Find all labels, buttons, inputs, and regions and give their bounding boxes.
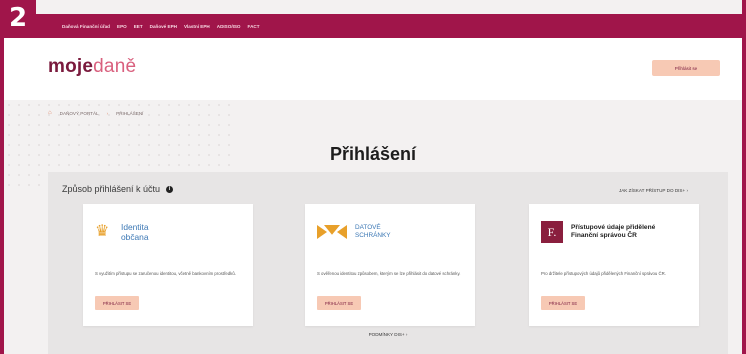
f-logo-icon: F. [541,221,563,243]
topbar-link-0[interactable]: Daňová Finanční úřad [62,24,110,29]
identita-line-1: Identita [121,222,149,232]
info-icon[interactable]: i [166,185,174,193]
moje-dane-logo[interactable]: mojedaně [48,56,136,78]
screenshot-frame: 2 Daňová Finanční úřad EPO EET Daňové EP… [0,0,746,354]
financni-sprava-logo: F. Přístupové údaje přidělené Finanční s… [541,214,661,250]
topbar-link-4[interactable]: Vlastní EPH [184,24,210,29]
topbar-link-5[interactable]: ADISO/ISO [217,24,241,29]
financni-sprava-title: Přístupové údaje přidělené Finanční sprá… [571,224,656,239]
topbar-link-1[interactable]: EPO [117,24,127,29]
dis-conditions-link[interactable]: PODMÍNKY DIS+ › [48,332,728,337]
card-description: S využitím přístupu se zaručenou identit… [95,271,236,276]
home-icon[interactable]: ⌂ [48,110,52,116]
topbar-link-2[interactable]: EET [134,24,143,29]
page-title: Přihlášení [329,144,417,164]
datove-schranky-logo: DATOVÉ SCHRÁNKY [317,214,391,250]
lion-icon: ♛ [95,223,110,240]
panel-title: Způsob přihlášení k účtu i [62,184,174,194]
login-card-identita: ♛ Identita občana S využitím přístupu se… [83,204,253,326]
frame-border-left [0,0,4,354]
header-login-button[interactable]: Přihlásit se [652,60,720,76]
breadcrumb: ⌂ DAŇOVÝ PORTÁL › PŘIHLÁŠENÍ [48,110,143,116]
card-description: Pro držitele přístupových údajů přidělen… [541,271,666,276]
top-navigation-bar: Daňová Finanční úřad EPO EET Daňové EPH … [0,14,746,38]
ds-line-2: SCHRÁNKY [355,232,391,239]
breadcrumb-item-portal[interactable]: DAŇOVÝ PORTÁL [60,111,99,116]
step-badge: 2 [0,0,36,36]
ds-line-1: DATOVÉ [355,224,381,231]
login-financni-sprava-button[interactable]: PŘIHLÁSIT SE [541,296,585,310]
login-datove-schranky-button[interactable]: PŘIHLÁSIT SE [317,296,361,310]
login-identita-button[interactable]: PŘIHLÁSIT SE [95,296,139,310]
panel-title-text: Způsob přihlášení k účtu [62,184,161,194]
identita-logo-text: Identita občana [121,222,148,242]
login-card-datove-schranky: DATOVÉ SCHRÁNKY S ověřenou identitou způ… [305,204,475,326]
logo-part-moje: moje [48,56,94,77]
topbar-link-6[interactable]: FACT [248,24,260,29]
breadcrumb-item-current: PŘIHLÁŠENÍ [116,110,144,116]
breadcrumb-separator-icon: › [106,110,109,116]
datove-schranky-icon [317,225,347,239]
datove-schranky-logo-text: DATOVÉ SCHRÁNKY [355,224,391,240]
howto-access-link[interactable]: JAK ZÍSKAT PŘÍSTUP DO DIS+ › [619,188,688,193]
topbar-link-3[interactable]: Daňové EPH [150,24,177,29]
identita-obcana-logo: ♛ Identita občana [95,214,148,250]
site-header: mojedaně Přihlásit se [4,38,742,100]
login-method-panel: Způsob přihlášení k účtu i JAK ZÍSKAT PŘ… [48,172,728,354]
login-card-financni-sprava: F. Přístupové údaje přidělené Finanční s… [529,204,699,326]
identita-line-2: občana [121,232,149,242]
frame-border-right [742,0,746,354]
logo-part-dane: daně [93,56,137,77]
card-description: S ověřenou identitou způsobem, kterým se… [317,271,461,276]
